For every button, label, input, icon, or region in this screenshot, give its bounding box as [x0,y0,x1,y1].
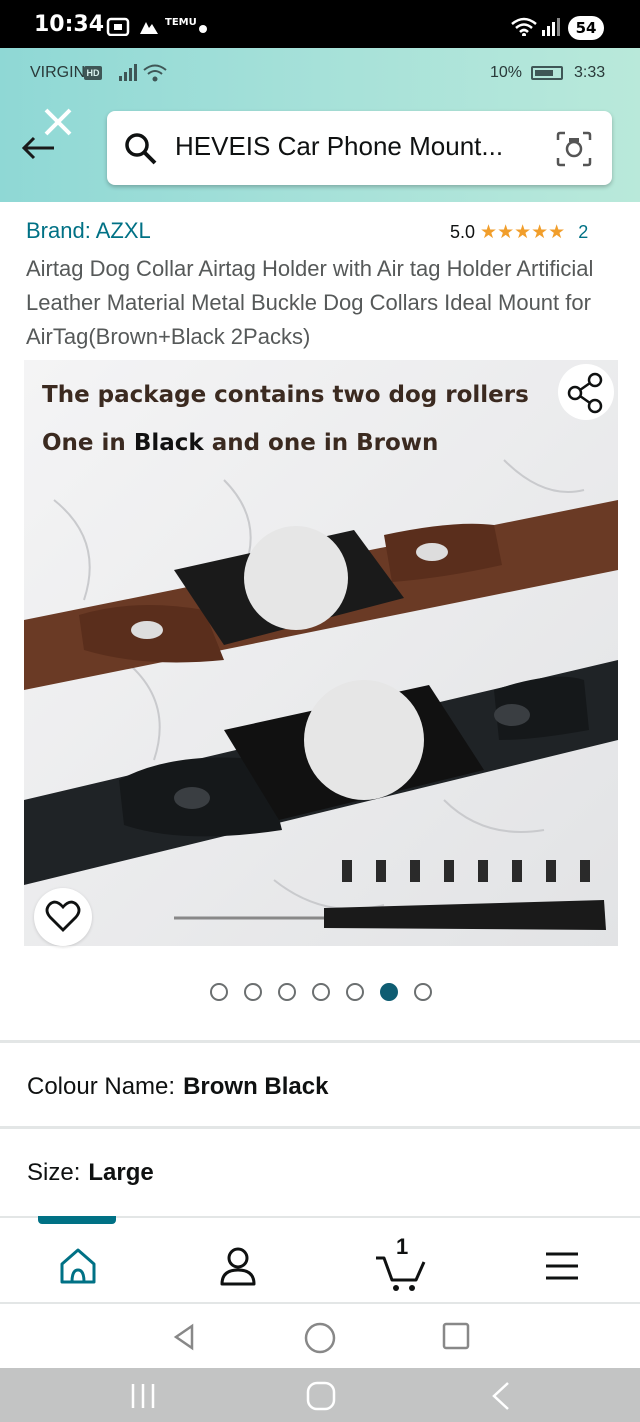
app-header: VIRGIN HD 10% 3:33 HEVEIS Car Phone Moun… [0,48,640,202]
rating-summary[interactable]: 5.0 ★★★★★ 2 [450,221,588,244]
cart-count: 1 [396,1234,409,1259]
battery-badge: 54 [568,16,604,40]
rating-stars: ★★★★★ [480,222,566,243]
size-value: Large [88,1159,154,1186]
status-time: 10:34 [34,12,105,37]
search-bar[interactable]: HEVEIS Car Phone Mount... [107,111,612,185]
image-caption-line-2: One in Black and one in Brown [42,430,438,456]
size-option-row[interactable]: Size: Large [27,1159,154,1187]
signal-icon [542,18,560,36]
carousel-dot[interactable] [278,983,296,1001]
caption-prefix: One in [42,430,134,456]
divider [0,1040,640,1043]
inner-system-nav [0,1306,640,1368]
wifi-icon [511,17,537,36]
hd-badge: HD [84,66,102,80]
inner-wifi-icon [143,64,167,82]
product-image[interactable]: The package contains two dog rollers One… [24,360,618,946]
rating-count: 2 [578,222,589,242]
screenshot-notification-icon [106,17,130,36]
carousel-dot[interactable] [244,983,262,1001]
share-icon [567,372,603,414]
inner-status-bar: VIRGIN HD 10% 3:33 [0,48,640,98]
nav-cart[interactable]: 1 [374,1234,426,1292]
recents-icon[interactable] [128,1382,158,1410]
colour-value: Brown Black [183,1073,329,1100]
app-notification-icon [140,22,158,34]
more-notifications-dot-icon [199,25,207,33]
back-nav-icon[interactable] [488,1380,514,1412]
carousel-dot[interactable] [210,983,228,1001]
colour-label: Colour Name: [27,1073,176,1100]
inner-recents-icon[interactable] [440,1320,472,1352]
product-title: Airtag Dog Collar Airtag Holder with Air… [26,256,594,349]
caption-middle: and one in [203,430,357,456]
inner-home-icon[interactable] [302,1320,338,1356]
size-label: Size: [27,1159,81,1186]
menu-icon [546,1252,578,1280]
rating-value: 5.0 [450,222,476,242]
heart-icon [45,900,81,932]
nav-account[interactable] [212,1240,264,1292]
bottom-nav: 1 [0,1216,640,1304]
caption-brown: Brown [356,430,439,456]
inner-battery-icon [531,66,563,80]
search-icon [125,133,157,165]
carrier-name: VIRGIN [30,64,86,81]
outer-status-bar: 10:34 TEMU 54 [0,0,640,48]
system-nav-bar [0,1368,640,1422]
temu-notification-icon: TEMU [165,17,197,28]
divider [0,1126,640,1129]
carousel-dot-active[interactable] [380,983,398,1001]
nav-menu[interactable] [536,1240,588,1292]
share-button[interactable] [558,364,614,420]
inner-back-icon[interactable] [170,1322,198,1352]
close-icon[interactable] [42,106,74,138]
nav-home[interactable] [52,1240,104,1292]
search-query[interactable]: HEVEIS Car Phone Mount... [175,131,503,162]
brand-link[interactable]: Brand: AZXL [26,218,151,244]
account-icon [220,1247,256,1286]
colour-option-row[interactable]: Colour Name: Brown Black [27,1073,328,1101]
carousel-dot[interactable] [346,983,364,1001]
inner-signal-icon [119,64,137,81]
inner-clock: 3:33 [574,64,606,81]
carousel-dot[interactable] [312,983,330,1001]
nav-active-indicator [38,1216,116,1224]
inner-battery-percent: 10% [490,64,523,81]
home-icon [60,1248,96,1284]
home-button-icon[interactable] [305,1380,337,1412]
image-caption-line-1: The package contains two dog rollers [42,382,529,408]
carousel-dot[interactable] [414,983,432,1001]
camera-search-icon[interactable] [555,131,593,167]
wishlist-button[interactable] [34,888,92,946]
caption-black: Black [133,430,204,456]
